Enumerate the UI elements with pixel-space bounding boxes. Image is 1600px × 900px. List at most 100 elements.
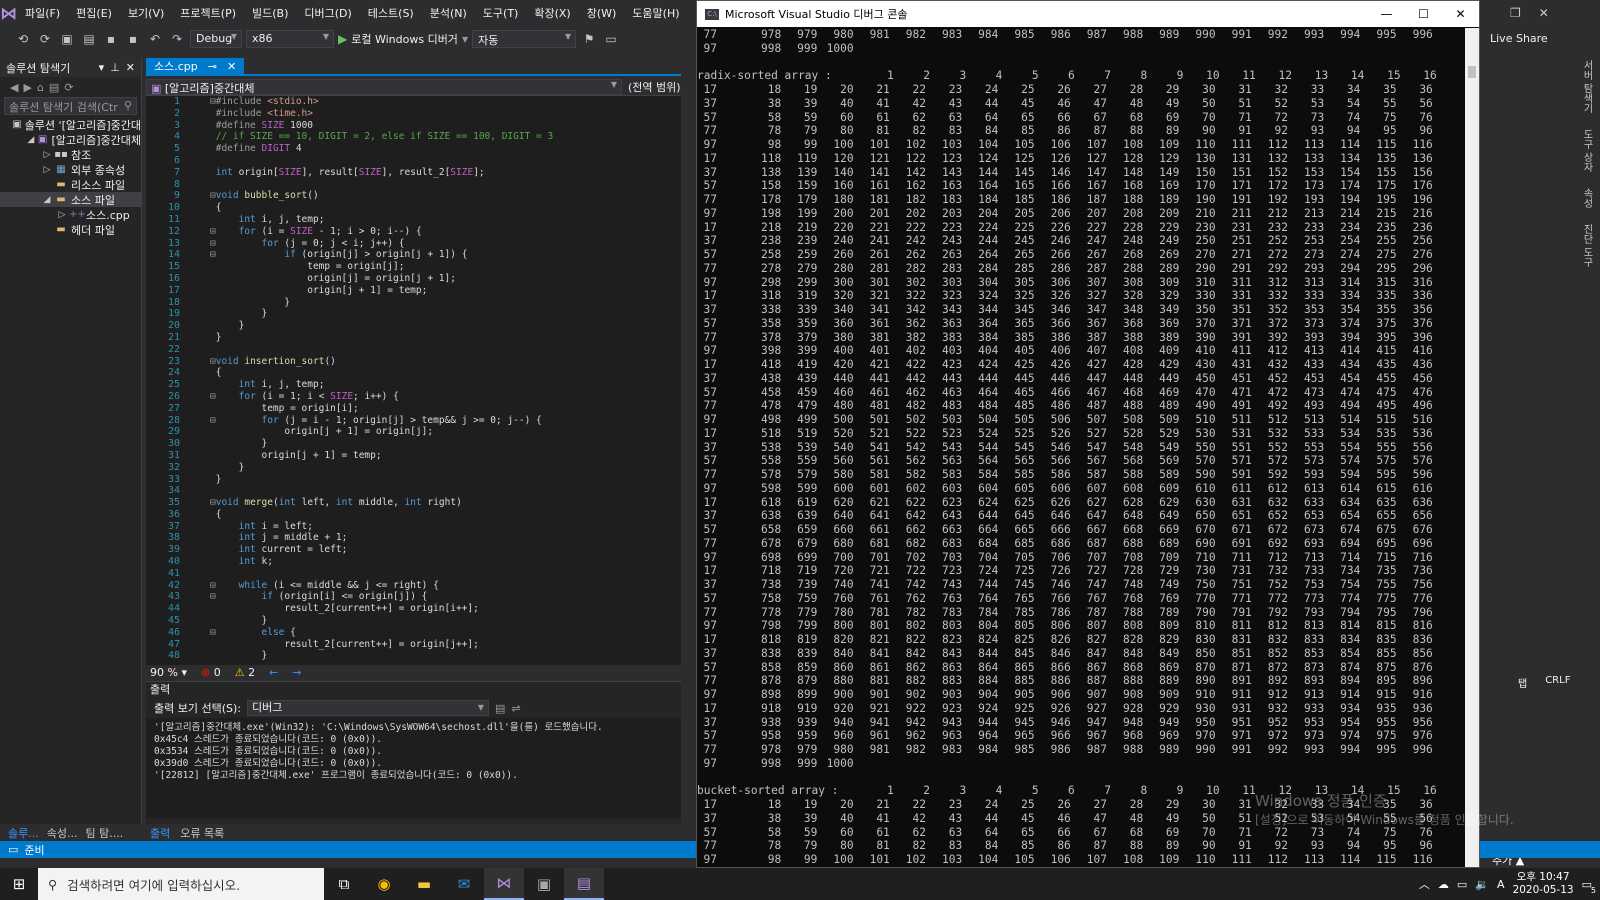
code-line[interactable]: origin[j + 1] = origin[j]; — [210, 426, 680, 438]
expander-icon[interactable]: ▷ — [55, 210, 69, 220]
configuration-combo[interactable]: Debug ▼ — [190, 30, 242, 48]
window-icon[interactable]: ▭ — [602, 30, 620, 48]
back-icon[interactable]: ⟲ — [14, 30, 32, 48]
output-source-combo[interactable]: 디버그 ▼ — [246, 700, 489, 716]
menu-item[interactable]: 도구(T) — [475, 0, 527, 27]
code-line[interactable]: ⊟ for (i = 1; i < SIZE; i++) { — [210, 391, 680, 403]
code-line[interactable]: origin[j] = origin[j + 1]; — [210, 273, 680, 285]
code-line[interactable]: } — [210, 297, 680, 309]
tree-item[interactable]: ▷ ▪▪ 참조 — [0, 147, 141, 162]
code-line[interactable]: ⊟ for (j = i - 1; origin[j] > temp&& j >… — [210, 415, 680, 427]
code-text[interactable]: ⊟#include <stdio.h> #include <time.h> #d… — [210, 96, 680, 662]
maximize-icon[interactable]: ☐ — [1405, 7, 1442, 21]
next-issue-icon[interactable]: → — [292, 666, 301, 679]
code-line[interactable]: #define DIGIT 4 — [210, 143, 680, 155]
back-icon[interactable]: ◀ — [10, 81, 18, 94]
mode-combo[interactable]: 자동 ▼ — [472, 30, 577, 48]
code-line[interactable]: } — [210, 474, 680, 486]
code-line[interactable]: temp = origin[j]; — [210, 261, 680, 273]
code-line[interactable]: #define SIZE 1000 — [210, 120, 680, 132]
project-scope-combo[interactable]: ▣ [알고리즘]중간대체 ▼ — [146, 78, 622, 95]
side-tool-tab[interactable]: 도구 상자 — [1576, 129, 1594, 172]
file-explorer-icon[interactable]: ▬ — [404, 868, 444, 900]
forward-icon[interactable]: ▶ — [23, 81, 31, 94]
home-icon[interactable]: ⌂ — [37, 81, 44, 94]
redo-icon[interactable]: ↷ — [168, 30, 186, 48]
tab-source-cpp[interactable]: 소스.cpp ⊸ ✕ — [146, 58, 245, 74]
chrome-icon[interactable]: ◉ — [364, 868, 404, 900]
side-tool-tab[interactable]: 속성 — [1576, 188, 1594, 208]
menu-item[interactable]: 분석(N) — [422, 0, 475, 27]
code-editor[interactable]: 1 2 3 4 5 6 7 8 9 10 11 12 13 14 15 16 17 18 19 20 21 22 23 24 2… — [146, 96, 681, 665]
code-line[interactable]: ⊟ if (origin[j] > origin[j + 1]) { — [210, 249, 680, 261]
console-scrollbar[interactable] — [1465, 28, 1479, 867]
code-line[interactable]: result_2[current++] = origin[i++]; — [210, 603, 680, 615]
expander-icon[interactable]: ◢ — [25, 135, 37, 145]
code-line[interactable]: } — [210, 650, 680, 662]
new-project-icon[interactable]: ▣ — [58, 30, 76, 48]
bookmark-icon[interactable]: ⚑ — [580, 30, 598, 48]
code-line[interactable]: ⊟ if (origin[i] <= origin[j]) { — [210, 591, 680, 603]
pin-icon[interactable]: ⊥ — [110, 61, 120, 74]
indent-status[interactable]: 탭 — [1518, 675, 1527, 690]
global-scope-combo[interactable]: (전역 범위) — [622, 79, 681, 95]
save-icon[interactable]: ▪ — [102, 30, 120, 48]
code-line[interactable]: ⊟void insertion_sort() — [210, 356, 680, 368]
code-line[interactable]: { — [210, 367, 680, 379]
code-line[interactable]: ⊟void merge(int left, int middle, int ri… — [210, 497, 680, 509]
task-view-icon[interactable]: ⧉ — [324, 868, 364, 900]
menu-item[interactable]: 보기(V) — [120, 0, 172, 27]
network-icon[interactable]: ▭ — [1457, 878, 1467, 891]
tree-item[interactable]: ▷ ▦ 외부 종속성 — [0, 162, 141, 177]
code-line[interactable]: temp = origin[i]; — [210, 403, 680, 415]
tree-item[interactable]: ▬ 헤더 파일 — [0, 222, 141, 237]
output-tab[interactable]: 출력 — [150, 825, 170, 841]
menu-item[interactable]: 디버그(D) — [296, 0, 359, 27]
tree-item[interactable]: ◢ ▣ [알고리즘]중간대체 — [0, 132, 141, 147]
code-line[interactable] — [210, 179, 680, 191]
error-count[interactable]: ⊗ 0 — [201, 666, 221, 679]
word-wrap-icon[interactable]: ⇌ — [511, 702, 520, 715]
code-line[interactable]: ⊟ while (i <= middle && j <= right) { — [210, 580, 680, 592]
previous-issue-icon[interactable]: ← — [269, 666, 278, 679]
code-line[interactable]: int j = middle + 1; — [210, 532, 680, 544]
menu-item[interactable]: 창(W) — [579, 0, 625, 27]
code-line[interactable]: origin[j + 1] = temp; — [210, 450, 680, 462]
close-icon[interactable]: ✕ — [227, 60, 236, 73]
sync-icon[interactable]: ⟳ — [64, 81, 73, 94]
code-line[interactable]: int origin[SIZE], result[SIZE], result_2… — [210, 167, 680, 179]
menu-item[interactable]: 테스트(S) — [360, 0, 422, 27]
tree-item[interactable]: ▬ 리소스 파일 — [0, 177, 141, 192]
clear-all-icon[interactable]: ▤ — [495, 702, 505, 715]
tree-item[interactable]: ◢ ▬ 소스 파일 — [0, 192, 141, 207]
code-line[interactable]: { — [210, 509, 680, 521]
code-line[interactable]: } — [210, 438, 680, 450]
code-line[interactable]: int k; — [210, 556, 680, 568]
code-line[interactable]: } — [210, 308, 680, 320]
code-line[interactable]: // if SIZE == 10, DIGIT = 2, else if SIZ… — [210, 131, 680, 143]
live-share-button[interactable]: Live Share — [1490, 32, 1548, 45]
code-line[interactable]: ⊟ for (j = 0; j < i; j++) { — [210, 238, 680, 250]
code-line[interactable]: ⊟ else { — [210, 627, 680, 639]
menu-item[interactable]: 파일(F) — [17, 0, 68, 27]
show-hidden-icons-icon[interactable]: ︿ — [1419, 876, 1430, 892]
windows-start-icon[interactable]: ⊞ — [0, 868, 38, 900]
menu-item[interactable]: 빌드(B) — [244, 0, 296, 27]
code-line[interactable]: } — [210, 615, 680, 627]
platform-combo[interactable]: x86 ▼ — [246, 30, 334, 48]
se-bottom-tab[interactable]: 솔루... — [8, 825, 39, 841]
menu-item[interactable]: 편집(E) — [68, 0, 120, 27]
close-icon[interactable]: ✕ — [126, 61, 135, 74]
code-line[interactable] — [210, 155, 680, 167]
clock[interactable]: 오후 10:47 2020-05-13 — [1513, 871, 1574, 897]
pin-icon[interactable]: ⊸ — [208, 60, 217, 73]
code-line[interactable]: int i = left; — [210, 521, 680, 533]
side-tool-tab[interactable]: 진단 도구 — [1576, 224, 1594, 267]
code-line[interactable]: result_2[current++] = origin[j++]; — [210, 639, 680, 651]
crlf-status[interactable]: CRLF — [1545, 675, 1570, 690]
save-all-icon[interactable]: ▪ — [124, 30, 142, 48]
volume-icon[interactable]: 🔉 — [1475, 878, 1489, 891]
menu-item[interactable]: 프로젝트(P) — [172, 0, 244, 27]
taskbar-search-input[interactable]: ⚲ 검색하려면 여기에 입력하십시오. — [38, 868, 324, 900]
close-icon[interactable]: ✕ — [1539, 6, 1549, 20]
